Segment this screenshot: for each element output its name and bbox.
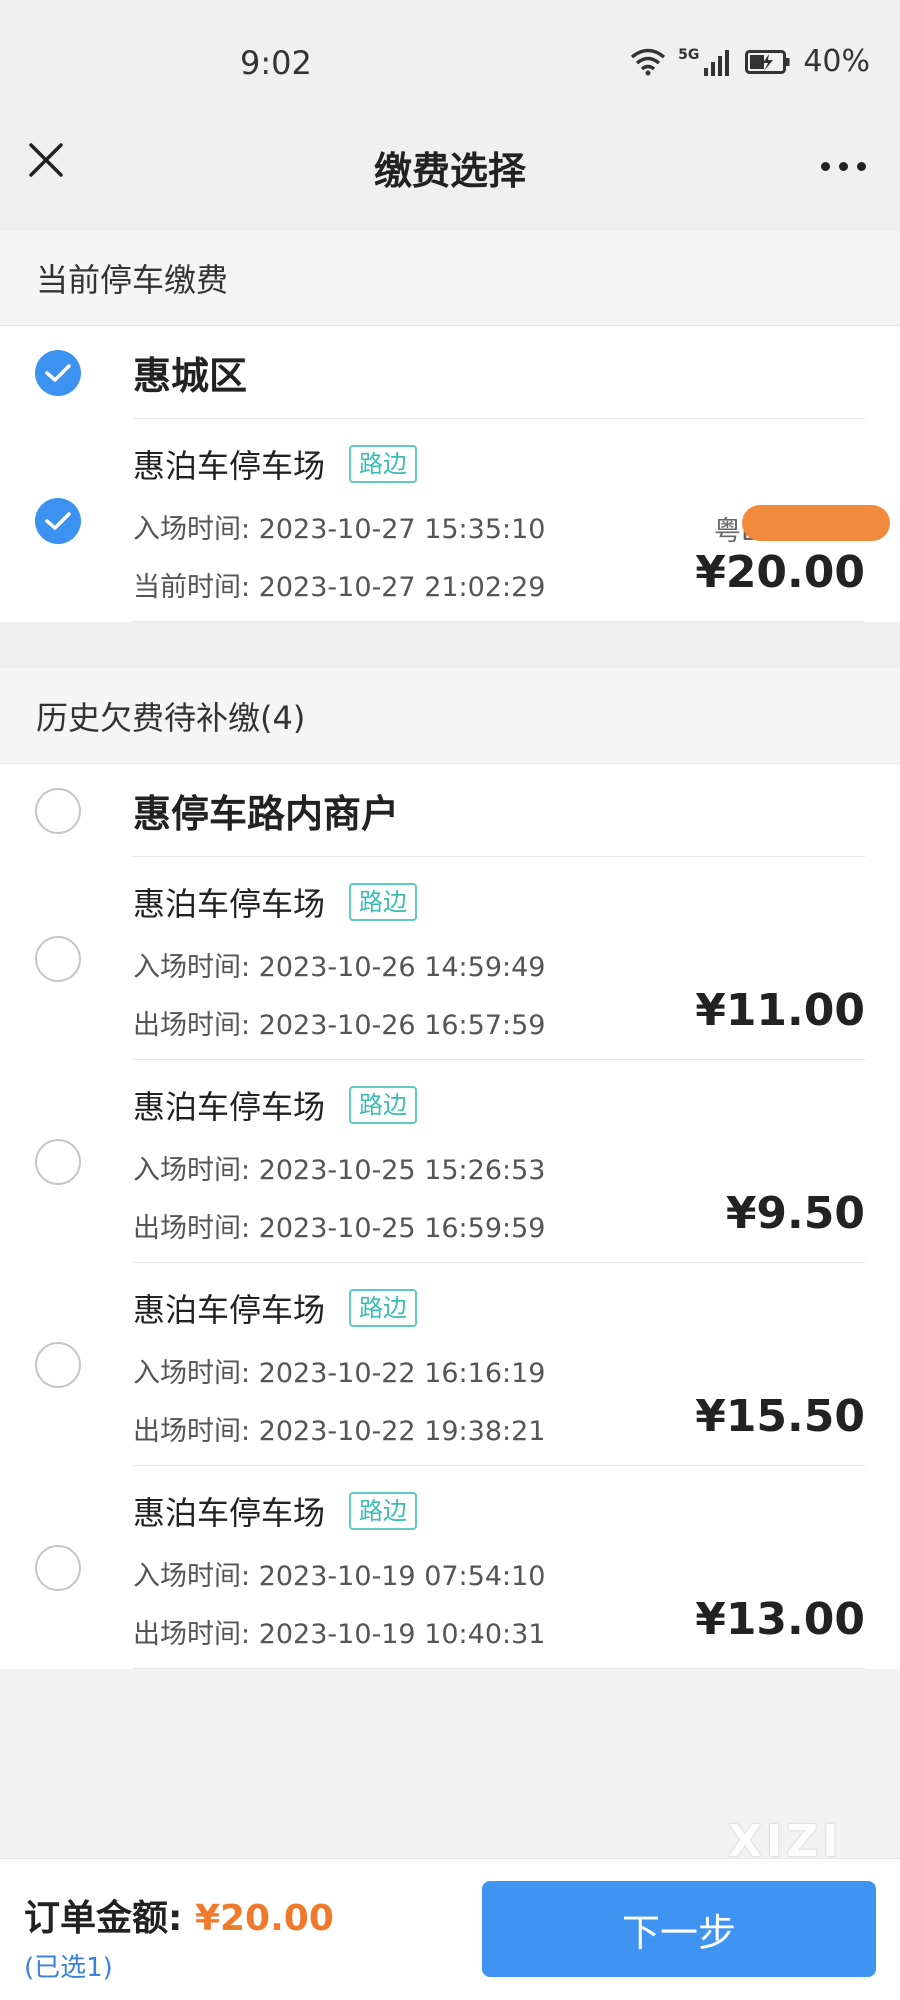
entry-time: 2023-10-25 15:26:53 — [258, 1155, 546, 1186]
exit-time: 2023-10-26 16:57:59 — [258, 1010, 546, 1041]
close-icon[interactable] — [26, 140, 66, 180]
price: ¥13.00 — [695, 1594, 865, 1645]
exit-time-line: 出场时间: 2023-10-19 10:40:31 — [133, 1612, 545, 1651]
price: ¥20.00 — [695, 547, 865, 598]
page-title: 缴费选择 — [373, 148, 526, 193]
current-group-row[interactable]: 惠城区 — [0, 326, 900, 418]
roadside-tag: 路边 — [349, 1492, 418, 1530]
parking-lot-label: 惠泊车停车场 — [133, 1088, 326, 1126]
price: ¥9.50 — [725, 1188, 865, 1239]
network-type: 5G — [678, 46, 700, 63]
spacer — [0, 208, 900, 230]
status-indicators: 5G 40% — [630, 44, 870, 79]
item-checkbox[interactable] — [35, 1342, 81, 1388]
entry-time-line: 入场时间: 2023-10-26 14:59:49 — [133, 945, 545, 984]
roadside-tag: 路边 — [349, 1289, 418, 1327]
parking-lot-name: 惠泊车停车场 路边 — [133, 441, 418, 487]
list-item[interactable]: 惠泊车停车场 路边 入场时间: 2023-10-26 14:59:49 出场时间… — [0, 857, 900, 1059]
wifi-icon — [630, 48, 666, 75]
exit-label: 出场时间: — [133, 1619, 251, 1650]
current-time-label: 当前时间: — [133, 572, 251, 603]
checkmark-icon — [45, 364, 71, 382]
parking-lot-name: 惠泊车停车场 路边 — [133, 1488, 418, 1534]
item-checkbox[interactable] — [35, 1139, 81, 1185]
spacer — [0, 622, 900, 668]
parking-lot-label: 惠泊车停车场 — [133, 885, 326, 923]
roadside-tag: 路边 — [349, 1086, 418, 1124]
signal-icon — [704, 49, 730, 76]
exit-time: 2023-10-19 10:40:31 — [258, 1619, 546, 1650]
status-time: 9:02 — [240, 44, 312, 82]
list-item[interactable]: 惠泊车停车场 路边 入场时间: 2023-10-27 15:35:10 当前时间… — [0, 419, 900, 621]
item-checkbox[interactable] — [35, 1545, 81, 1591]
current-time: 2023-10-27 21:02:29 — [258, 572, 546, 603]
entry-label: 入场时间: — [133, 1155, 251, 1186]
current-panel: 惠城区 惠泊车停车场 路边 入场时间: 2023-10-27 15:35:10 … — [0, 326, 900, 622]
list-item[interactable]: 惠泊车停车场 路边 入场时间: 2023-10-25 15:26:53 出场时间… — [0, 1060, 900, 1262]
current-section-header: 当前停车缴费 — [0, 230, 900, 326]
plate-redaction — [742, 505, 890, 541]
current-time-line: 当前时间: 2023-10-27 21:02:29 — [133, 565, 545, 604]
selected-count: (已选1) — [24, 1953, 113, 1983]
history-panel: 惠停车路内商户 惠泊车停车场 路边 入场时间: 2023-10-26 14:59… — [0, 764, 900, 1669]
entry-time-line: 入场时间: 2023-10-25 15:26:53 — [133, 1148, 545, 1187]
group-title: 惠城区 — [133, 353, 248, 398]
next-step-button[interactable]: 下一步 — [482, 1881, 876, 1977]
price: ¥11.00 — [695, 985, 865, 1036]
order-amount: 订单金额: ¥20.00 — [24, 1889, 334, 1941]
exit-label: 出场时间: — [133, 1010, 251, 1041]
roadside-tag: 路边 — [349, 883, 418, 921]
parking-lot-name: 惠泊车停车场 路边 — [133, 1082, 418, 1128]
checkmark-icon — [45, 512, 71, 530]
exit-label: 出场时间: — [133, 1416, 251, 1447]
entry-time: 2023-10-27 15:35:10 — [258, 514, 546, 545]
order-amount-label: 订单金额: — [24, 1898, 183, 1939]
divider — [133, 1668, 865, 1669]
group-checkbox[interactable] — [35, 788, 81, 834]
exit-time-line: 出场时间: 2023-10-22 19:38:21 — [133, 1409, 545, 1448]
price: ¥15.50 — [695, 1391, 865, 1442]
item-checkbox[interactable] — [35, 498, 81, 544]
parking-lot-label: 惠泊车停车场 — [133, 1494, 326, 1532]
nav-bar: 缴费选择 — [0, 126, 900, 208]
exit-time: 2023-10-22 19:38:21 — [258, 1416, 546, 1447]
roadside-tag: 路边 — [349, 445, 418, 483]
list-item[interactable]: 惠泊车停车场 路边 入场时间: 2023-10-19 07:54:10 出场时间… — [0, 1466, 900, 1668]
battery-level: 40% — [803, 44, 870, 79]
item-checkbox[interactable] — [35, 936, 81, 982]
more-icon[interactable] — [821, 162, 866, 171]
entry-label: 入场时间: — [133, 952, 251, 983]
list-item[interactable]: 惠泊车停车场 路边 入场时间: 2023-10-22 16:16:19 出场时间… — [0, 1263, 900, 1465]
entry-time-line: 入场时间: 2023-10-27 15:35:10 — [133, 507, 545, 546]
entry-label: 入场时间: — [133, 1358, 251, 1389]
entry-time: 2023-10-19 07:54:10 — [258, 1561, 546, 1592]
entry-time: 2023-10-22 16:16:19 — [258, 1358, 546, 1389]
exit-time-line: 出场时间: 2023-10-25 16:59:59 — [133, 1206, 545, 1245]
parking-lot-label: 惠泊车停车场 — [133, 1291, 326, 1329]
history-group-row[interactable]: 惠停车路内商户 — [0, 764, 900, 856]
status-bar: 9:02 5G 40% — [0, 0, 900, 130]
parking-lot-name: 惠泊车停车场 路边 — [133, 879, 418, 925]
exit-time: 2023-10-25 16:59:59 — [258, 1213, 546, 1244]
bottom-bar: 订单金额: ¥20.00 (已选1) 下一步 — [0, 1858, 900, 2000]
history-section-header: 历史欠费待补缴(4) — [0, 668, 900, 764]
parking-lot-label: 惠泊车停车场 — [133, 447, 326, 485]
entry-label: 入场时间: — [133, 514, 251, 545]
entry-time-line: 入场时间: 2023-10-22 16:16:19 — [133, 1351, 545, 1390]
entry-time-line: 入场时间: 2023-10-19 07:54:10 — [133, 1554, 545, 1593]
parking-lot-name: 惠泊车停车场 路边 — [133, 1285, 418, 1331]
group-checkbox[interactable] — [35, 350, 81, 396]
entry-time: 2023-10-26 14:59:49 — [258, 952, 546, 983]
exit-label: 出场时间: — [133, 1213, 251, 1244]
battery-icon — [745, 49, 790, 74]
group-title: 惠停车路内商户 — [133, 791, 400, 836]
order-amount-value: ¥20.00 — [194, 1898, 334, 1939]
exit-time-line: 出场时间: 2023-10-26 16:57:59 — [133, 1003, 545, 1042]
entry-label: 入场时间: — [133, 1561, 251, 1592]
